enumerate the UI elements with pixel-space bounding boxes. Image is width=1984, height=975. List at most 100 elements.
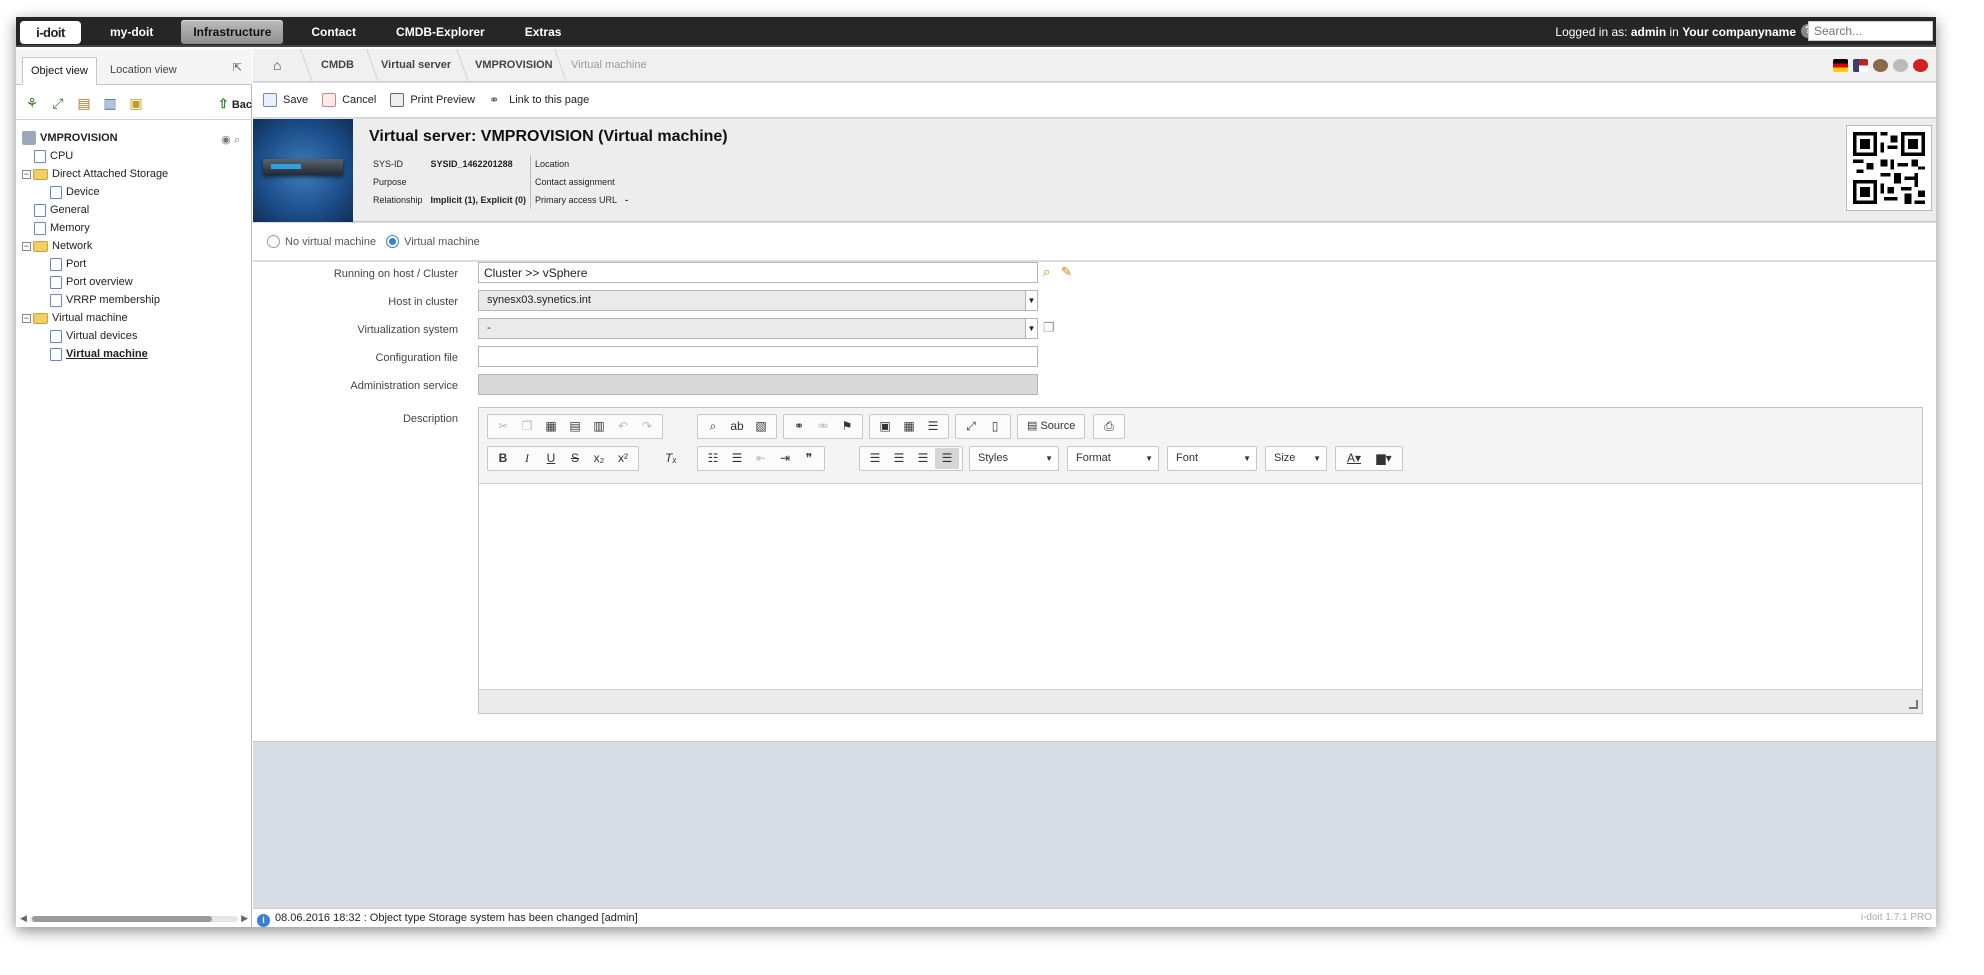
anchor-flag-icon[interactable]: ⚑ xyxy=(835,416,859,437)
image-icon[interactable]: ▣ xyxy=(873,416,897,437)
book-icon[interactable]: ▥ xyxy=(102,95,118,111)
collapse-toggle-icon[interactable]: − xyxy=(22,241,31,251)
indent-icon[interactable]: ⇥ xyxy=(773,448,797,469)
home-icon[interactable]: ⌂ xyxy=(273,58,287,72)
tree-item-direct-attached-storage[interactable]: − Direct Attached Storage xyxy=(22,165,250,183)
virtualization-system-select[interactable]: - ▼ xyxy=(478,318,1038,339)
subscript-icon[interactable]: x₂ xyxy=(587,448,611,469)
paste-icon[interactable]: ▦ xyxy=(539,416,563,437)
radio-virtual-machine[interactable]: Virtual machine xyxy=(386,235,480,248)
gear-icon[interactable] xyxy=(1893,59,1908,72)
tab-object-view[interactable]: Object view xyxy=(22,57,97,85)
tree-icon[interactable]: ⚘ xyxy=(24,95,40,111)
nav-my-doit[interactable]: my-doit xyxy=(98,20,165,44)
blockquote-icon[interactable]: ❞ xyxy=(797,448,821,469)
unlink-icon[interactable]: ⚮ xyxy=(811,416,835,437)
radio-no-virtual-machine[interactable]: No virtual machine xyxy=(267,235,376,248)
print-preview-button[interactable]: Print Preview xyxy=(390,93,475,107)
resize-grip-icon[interactable] xyxy=(1909,700,1918,709)
nav-extras[interactable]: Extras xyxy=(513,20,574,44)
source-button[interactable]: ▤ Source xyxy=(1021,416,1081,437)
breadcrumb-virtual-server[interactable]: Virtual server xyxy=(381,49,451,82)
lock-icon[interactable]: ▣ xyxy=(128,95,144,111)
redo-icon[interactable]: ↷ xyxy=(635,416,659,437)
numbered-list-icon[interactable]: ☷ xyxy=(701,448,725,469)
cancel-button[interactable]: Cancel xyxy=(322,93,376,107)
replace-icon[interactable]: ab xyxy=(725,416,749,437)
popout-icon[interactable]: ⇱ xyxy=(233,61,242,74)
tree-root[interactable]: VMPROVISION ◉ ⌕ xyxy=(22,129,250,147)
align-left-icon[interactable]: ☰ xyxy=(863,448,887,469)
tree-item-port[interactable]: Port xyxy=(22,255,250,273)
tree-item-virtual-machine[interactable]: Virtual machine xyxy=(22,345,250,363)
background-color-icon[interactable]: ▆▾ xyxy=(1369,448,1399,469)
text-color-icon[interactable]: A▾ xyxy=(1339,448,1369,469)
bulleted-list-icon[interactable]: ☰ xyxy=(725,448,749,469)
nav-infrastructure[interactable]: Infrastructure xyxy=(181,20,284,44)
host-in-cluster-select[interactable]: synesx03.synetics.int ▼ xyxy=(478,290,1038,311)
print-icon[interactable]: ⎙ xyxy=(1097,416,1121,437)
power-icon[interactable] xyxy=(1913,59,1928,72)
link-icon[interactable]: ⚭ xyxy=(787,416,811,437)
german-flag-icon[interactable] xyxy=(1833,59,1848,72)
scroll-left-icon[interactable]: ◀ xyxy=(20,913,27,924)
font-combo[interactable]: Font ▼ xyxy=(1167,446,1257,471)
justify-icon[interactable]: ☰ xyxy=(935,448,959,469)
show-blocks-icon[interactable]: ▯ xyxy=(983,416,1007,437)
tree-item-memory[interactable]: Memory xyxy=(22,219,250,237)
align-right-icon[interactable]: ☰ xyxy=(911,448,935,469)
align-center-icon[interactable]: ☰ xyxy=(887,448,911,469)
nav-cmdb-explorer[interactable]: CMDB-Explorer xyxy=(384,20,497,44)
tree-item-port-overview[interactable]: Port overview xyxy=(22,273,250,291)
breadcrumb-cmdb[interactable]: CMDB xyxy=(321,49,354,82)
collapse-toggle-icon[interactable]: − xyxy=(22,313,31,323)
select-all-icon[interactable]: ▧ xyxy=(749,416,773,437)
format-combo[interactable]: Format ▼ xyxy=(1067,446,1159,471)
collapse-toggle-icon[interactable]: − xyxy=(22,169,31,179)
list-icon[interactable]: ▤ xyxy=(76,95,92,111)
maximize-icon[interactable]: ⤢ xyxy=(959,416,983,437)
scroll-thumb[interactable] xyxy=(32,916,212,922)
user-icon[interactable] xyxy=(1873,59,1888,72)
relationship-value[interactable]: Implicit (1), Explicit (0) xyxy=(427,191,531,209)
tab-location-view[interactable]: Location view xyxy=(102,57,185,85)
paste-text-icon[interactable]: ▤ xyxy=(563,416,587,437)
breadcrumb-vmprovision[interactable]: VMPROVISION xyxy=(475,49,553,82)
underline-icon[interactable]: U xyxy=(539,448,563,469)
copy-icon[interactable]: ❐ xyxy=(515,416,539,437)
table-icon[interactable]: ▦ xyxy=(897,416,921,437)
copy-icon[interactable]: ❐ xyxy=(1043,320,1055,336)
styles-combo[interactable]: Styles ▼ xyxy=(969,446,1059,471)
host-cluster-input[interactable] xyxy=(478,262,1038,283)
magnifier-icon[interactable]: ⌕ xyxy=(234,134,240,146)
find-icon[interactable]: ⌕ xyxy=(701,416,725,437)
back-button[interactable]: ⇧ Bac xyxy=(218,96,252,112)
tree-item-device[interactable]: Device xyxy=(22,183,250,201)
clear-format-icon[interactable]: Tₓ xyxy=(659,448,683,469)
qr-code[interactable] xyxy=(1846,125,1932,211)
editor-content-area[interactable] xyxy=(479,485,1922,690)
tree-item-general[interactable]: General xyxy=(22,201,250,219)
size-combo[interactable]: Size ▼ xyxy=(1265,446,1327,471)
nav-contact[interactable]: Contact xyxy=(299,20,368,44)
superscript-icon[interactable]: x² xyxy=(611,448,635,469)
scroll-right-icon[interactable]: ▶ xyxy=(241,913,248,924)
italic-icon[interactable]: I xyxy=(515,448,539,469)
link-to-page-button[interactable]: ⚭ Link to this page xyxy=(489,93,589,107)
tree-item-cpu[interactable]: CPU xyxy=(22,147,250,165)
outdent-icon[interactable]: ⇤ xyxy=(749,448,773,469)
us-flag-icon[interactable] xyxy=(1853,59,1868,72)
undo-icon[interactable]: ↶ xyxy=(611,416,635,437)
search-input[interactable] xyxy=(1808,21,1933,41)
paste-word-icon[interactable]: ▥ xyxy=(587,416,611,437)
strikethrough-icon[interactable]: S xyxy=(563,448,587,469)
tree-item-network[interactable]: − Network xyxy=(22,237,250,255)
horizontal-line-icon[interactable]: ☰ xyxy=(921,416,945,437)
app-logo[interactable]: i-doit xyxy=(20,21,81,44)
cut-icon[interactable]: ✂ xyxy=(491,416,515,437)
eraser-icon[interactable]: ✎ xyxy=(1061,264,1072,280)
save-button[interactable]: Save xyxy=(263,93,308,107)
search-icon[interactable]: ⌕ xyxy=(1043,264,1050,280)
tree-item-vrrp-membership[interactable]: VRRP membership xyxy=(22,291,250,309)
eye-icon[interactable]: ◉ xyxy=(221,134,231,146)
